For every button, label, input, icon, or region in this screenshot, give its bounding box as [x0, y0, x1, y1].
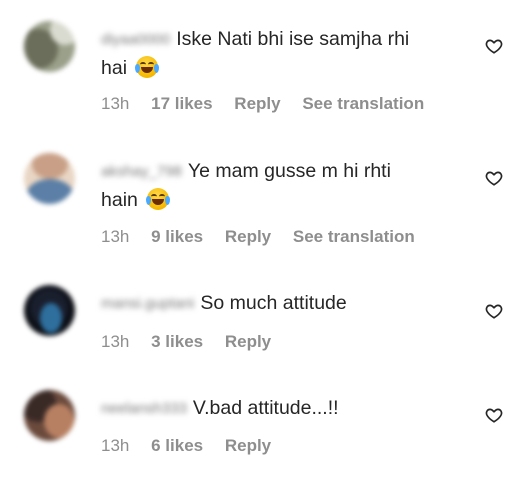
- heart-icon[interactable]: [485, 406, 503, 424]
- comment-text-line: neelansh333 V.bad attitude...!!: [101, 391, 455, 426]
- comment-text: Iske Nati bhi ise samjha rhi: [176, 28, 410, 50]
- comment-text-line: hain: [101, 183, 455, 217]
- comment-likes-count[interactable]: 17 likes: [151, 94, 212, 113]
- comment-timestamp[interactable]: 13h: [101, 332, 129, 351]
- comment-likes-count[interactable]: 6 likes: [151, 436, 203, 455]
- heart-icon[interactable]: [485, 302, 503, 320]
- comment-text-continued: hai: [101, 57, 128, 79]
- comment-likes-count[interactable]: 3 likes: [151, 332, 203, 351]
- comment-timestamp[interactable]: 13h: [101, 94, 129, 113]
- comment-meta: 13h 3 likes Reply: [101, 331, 288, 353]
- comment-username[interactable]: mansi.guptani: [101, 287, 194, 321]
- heart-icon[interactable]: [485, 169, 503, 187]
- comment-username[interactable]: neelansh333: [101, 392, 187, 426]
- comment-text: Ye mam gusse m hi rhti: [187, 160, 391, 182]
- reply-button[interactable]: Reply: [225, 227, 271, 246]
- comments-list: diyaa0000 Iske Nati bhi ise samjha rhi ha…: [0, 0, 525, 485]
- laughing-tears-emoji: [135, 56, 160, 78]
- comment-meta: 13h 17 likes Reply See translation: [101, 93, 441, 115]
- comment-timestamp[interactable]: 13h: [101, 436, 129, 455]
- reply-button[interactable]: Reply: [225, 332, 271, 351]
- comment-likes-count[interactable]: 9 likes: [151, 227, 203, 246]
- reply-button[interactable]: Reply: [225, 436, 271, 455]
- heart-icon[interactable]: [485, 37, 503, 55]
- comment-text: So much attitude: [200, 292, 347, 314]
- comment-text-line: hai: [101, 51, 455, 85]
- avatar[interactable]: [24, 285, 75, 336]
- laughing-tears-emoji: [146, 188, 171, 210]
- avatar[interactable]: [24, 21, 75, 72]
- comment-meta: 13h 9 likes Reply See translation: [101, 226, 432, 248]
- comment-timestamp[interactable]: 13h: [101, 227, 129, 246]
- avatar[interactable]: [24, 153, 75, 204]
- see-translation-button[interactable]: See translation: [302, 94, 424, 113]
- comment-text: V.bad attitude...!!: [192, 397, 339, 419]
- see-translation-button[interactable]: See translation: [293, 227, 415, 246]
- comment-meta: 13h 6 likes Reply: [101, 435, 288, 457]
- comment-text-continued: hain: [101, 189, 138, 211]
- avatar[interactable]: [24, 390, 75, 441]
- reply-button[interactable]: Reply: [234, 94, 280, 113]
- comment-text-line: mansi.guptani So much attitude: [101, 286, 455, 321]
